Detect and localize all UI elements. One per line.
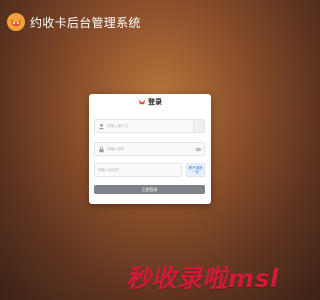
captcha-field[interactable] bbox=[94, 163, 182, 177]
captcha-row: 看不清换一张 bbox=[94, 163, 205, 177]
watermark: 秒收录啦msl bbox=[126, 264, 279, 293]
login-button[interactable]: 立即登录 bbox=[94, 185, 205, 194]
password-field[interactable] bbox=[94, 142, 205, 156]
login-card: 登录 看不清换一张 立即登录 bbox=[89, 94, 211, 204]
captcha-input[interactable] bbox=[98, 164, 178, 176]
fox-logo-icon bbox=[138, 99, 146, 105]
captcha-image[interactable]: 看不清换一张 bbox=[186, 163, 205, 177]
username-field[interactable] bbox=[94, 119, 205, 133]
user-icon bbox=[98, 123, 105, 130]
login-header: 登录 bbox=[89, 97, 211, 107]
lock-icon bbox=[99, 146, 104, 153]
fox-logo-icon bbox=[7, 13, 25, 31]
brand: 约收卡后台管理系统 bbox=[6, 12, 141, 32]
login-title: 登录 bbox=[148, 98, 162, 106]
username-field-addon bbox=[193, 120, 204, 132]
username-input[interactable] bbox=[107, 120, 192, 132]
eye-icon[interactable] bbox=[195, 146, 202, 153]
app-title: 约收卡后台管理系统 bbox=[30, 15, 141, 30]
password-input[interactable] bbox=[107, 143, 192, 155]
